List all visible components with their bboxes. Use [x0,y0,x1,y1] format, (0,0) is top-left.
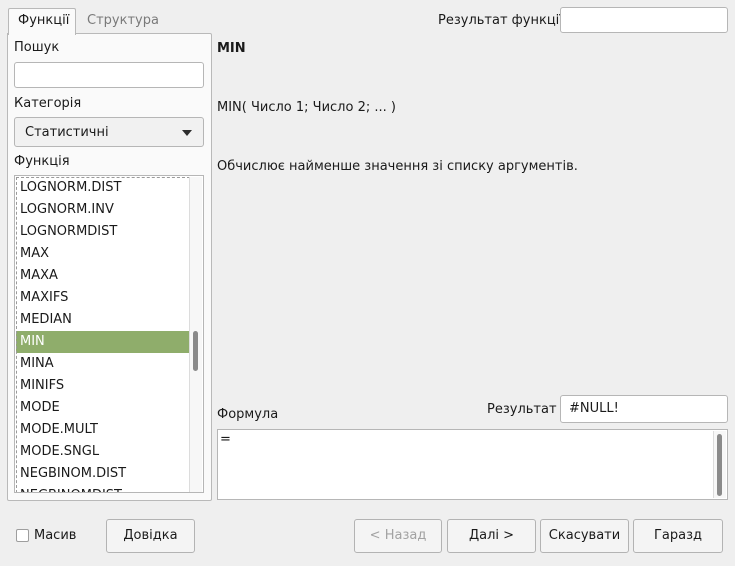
function-syntax: MIN( Число 1; Число 2; ... ) [217,100,396,115]
back-button[interactable]: < Назад [354,519,442,553]
next-button[interactable]: Далі > [447,519,536,553]
formula-scrollbar[interactable] [713,431,726,498]
tab-functions[interactable]: Функції [8,8,76,35]
array-label: Масив [34,528,77,543]
help-button[interactable]: Довідка [106,519,195,553]
tab-structure[interactable]: Структура [78,9,168,33]
function-list[interactable]: LOGNORM.DIST LOGNORM.INV LOGNORMDIST MAX MAX… [14,175,204,493]
function-list-item[interactable]: MINA [16,353,190,375]
function-list-item[interactable]: MAX [16,243,190,265]
formula-editor[interactable]: = [217,429,728,500]
ok-button[interactable]: Гаразд [633,519,723,553]
function-label: Функція [14,154,70,169]
formula-label: Формула [217,407,279,422]
function-list-item[interactable]: NEGBINOM.DIST [16,463,190,485]
function-list-item[interactable]: NEGBINOMDIST [16,485,190,492]
function-name: MIN [217,41,246,56]
function-list-item[interactable]: MODE.SNGL [16,441,190,463]
function-list-item[interactable]: MAXIFS [16,287,190,309]
function-result-label: Результат функції [438,13,563,28]
function-list-item[interactable]: MINIFS [16,375,190,397]
function-list-item[interactable]: MODE [16,397,190,419]
cancel-button[interactable]: Скасувати [540,519,629,553]
dropdown-arrow-icon [182,130,192,136]
function-list-scrollbar[interactable] [189,177,202,492]
function-list-items: LOGNORM.DIST LOGNORM.INV LOGNORMDIST MAX MAX… [16,177,190,492]
category-label: Категорія [14,96,82,111]
formula-text: = [220,432,231,447]
result-field[interactable]: #NULL! [560,395,728,423]
category-dropdown[interactable]: Статистичні [14,117,204,147]
function-list-item[interactable]: MODE.MULT [16,419,190,441]
category-value: Статистичні [25,125,109,140]
function-result-field[interactable] [560,7,728,33]
scrollbar-thumb[interactable] [193,331,198,371]
function-list-item[interactable]: MAXA [16,265,190,287]
result-label: Результат [487,402,557,417]
array-checkbox[interactable] [16,529,29,542]
function-list-item[interactable]: MIN [16,331,190,353]
function-list-item[interactable]: LOGNORM.INV [16,199,190,221]
function-description: Обчислює найменше значення зі списку арг… [217,159,578,174]
formula-scrollbar-thumb[interactable] [717,434,722,496]
function-list-item[interactable]: LOGNORMDIST [16,221,190,243]
search-input[interactable] [14,62,204,88]
search-label: Пошук [14,40,60,55]
function-list-item[interactable]: LOGNORM.DIST [16,177,190,199]
function-list-item[interactable]: MEDIAN [16,309,190,331]
